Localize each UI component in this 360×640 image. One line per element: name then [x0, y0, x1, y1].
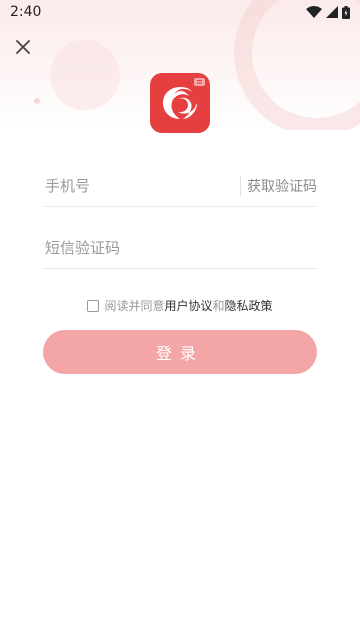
phone-input[interactable] [43, 177, 240, 195]
privacy-policy-link[interactable]: 隐私政策 [225, 297, 273, 314]
close-button[interactable] [12, 36, 34, 58]
close-icon [16, 40, 30, 54]
get-code-button[interactable]: 获取验证码 [240, 176, 317, 196]
agreement-checkbox[interactable] [87, 299, 100, 312]
sms-code-field [43, 228, 317, 269]
wifi-icon [306, 6, 322, 18]
sms-code-input[interactable] [43, 239, 317, 257]
status-bar: 2:40 [0, 0, 360, 24]
signal-icon [326, 6, 338, 18]
phone-field: 获取验证码 [43, 166, 317, 207]
status-time: 2:40 [10, 4, 42, 20]
login-button[interactable]: 登录 [43, 330, 317, 374]
agreement-prefix: 阅读并同意 [104, 299, 165, 313]
battery-icon [342, 5, 350, 19]
status-icons [306, 5, 350, 19]
agreement-row: 阅读并同意 用户协议 和 隐私政策 [0, 297, 360, 314]
phoenix-logo-icon [163, 78, 205, 119]
app-logo [150, 73, 210, 133]
user-agreement-link[interactable]: 用户协议 [164, 297, 212, 314]
decor-dot [34, 98, 40, 104]
agreement-and: 和 [212, 299, 225, 313]
decor-blob [50, 40, 120, 110]
